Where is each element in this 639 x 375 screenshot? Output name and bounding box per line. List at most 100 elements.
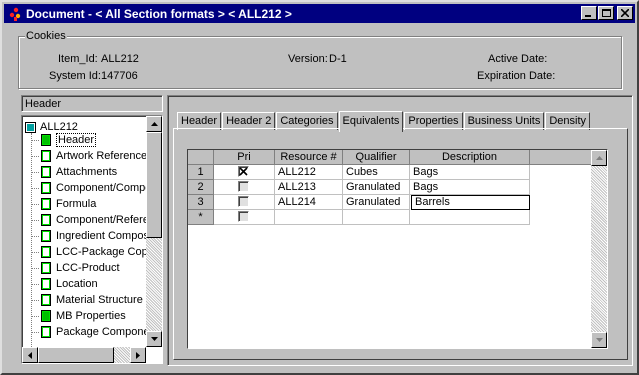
column-header-filler	[530, 150, 591, 165]
cell-pri[interactable]	[214, 180, 275, 195]
tree-item-lcc-package-copy[interactable]: LCC-Package Copy	[31, 244, 153, 260]
row-header[interactable]: 1	[188, 165, 214, 180]
cell-pri-new[interactable]	[214, 210, 275, 225]
tree-item-mb-properties[interactable]: MB Properties	[31, 308, 126, 324]
column-header-description[interactable]: Description	[410, 150, 530, 165]
hscroll-thumb[interactable]	[38, 347, 114, 363]
tree-item-material-structure[interactable]: Material Structure	[31, 292, 143, 308]
document-icon	[41, 230, 51, 242]
tree-item-label: Component/Referer	[56, 214, 153, 226]
cell-pri[interactable]	[214, 195, 275, 210]
scroll-right-button[interactable]	[130, 347, 146, 363]
tab-strip: Header Header 2 Categories Equivalents P…	[177, 110, 591, 132]
item-id-value: ALL212	[101, 53, 139, 65]
cookies-group-label: Cookies	[25, 30, 67, 42]
pri-checkbox[interactable]	[238, 181, 249, 192]
row-header-new[interactable]: *	[188, 210, 214, 225]
tab-equivalents[interactable]: Equivalents	[338, 111, 404, 132]
tree-item-label: Material Structure	[56, 294, 143, 306]
document-icon	[41, 310, 51, 322]
system-id-label: System Id:	[49, 70, 101, 82]
grid-scroll-down-button[interactable]	[591, 332, 607, 348]
row-header[interactable]: 3	[188, 195, 214, 210]
tree-item-label: Formula	[56, 198, 97, 210]
tree-item-component-reference[interactable]: Component/Referer	[31, 212, 153, 228]
system-id-value: 147706	[101, 70, 138, 82]
arrow-down-icon	[150, 337, 158, 341]
tree-item-formula[interactable]: Formula	[31, 196, 96, 212]
cell-resource[interactable]: ALL213	[275, 180, 343, 195]
cell-qualifier-new[interactable]	[343, 210, 410, 225]
section-tree[interactable]: ALL212 Header Artwork Reference Attachme…	[21, 115, 163, 364]
grid-scroll-up-button[interactable]	[591, 150, 607, 166]
scroll-left-button[interactable]	[22, 347, 38, 363]
cell-resource-new[interactable]	[275, 210, 343, 225]
tree-item-label: Package Componer	[56, 326, 154, 338]
cell-qualifier[interactable]: Granulated	[343, 180, 410, 195]
scroll-down-button[interactable]	[146, 331, 162, 347]
document-icon	[41, 134, 51, 146]
tree-item-label: Location	[56, 278, 98, 290]
equivalents-grid[interactable]: Pri Resource # Qualifier Description 1 2…	[187, 149, 608, 349]
document-icon	[41, 166, 51, 178]
app-icon	[7, 6, 23, 22]
grid-corner	[188, 150, 214, 165]
title-bar[interactable]: Document - < All Section formats > < ALL…	[4, 4, 635, 23]
description-edit-field[interactable]: Barrels	[411, 195, 530, 210]
tree-item-label: Artwork Reference	[56, 150, 148, 162]
document-icon	[41, 294, 51, 306]
tree-item-package-component[interactable]: Package Componer	[31, 324, 153, 340]
document-icon	[41, 262, 51, 274]
tree-item-component-composition[interactable]: Component/Compor	[31, 180, 155, 196]
tree-item-ingredient-composition[interactable]: Ingredient Compositi	[31, 228, 157, 244]
arrow-left-icon	[28, 351, 32, 359]
section-label: Header	[25, 98, 62, 110]
cell-qualifier[interactable]: Granulated	[343, 195, 410, 210]
row-header[interactable]: 2	[188, 180, 214, 195]
tree-item-location[interactable]: Location	[31, 276, 98, 292]
scroll-up-button[interactable]	[146, 116, 162, 132]
minimize-button[interactable]	[581, 6, 597, 20]
version-label: Version:	[288, 53, 328, 65]
tree-vertical-scrollbar[interactable]	[146, 116, 162, 347]
tree-item-label: Ingredient Compositi	[56, 230, 157, 242]
cell-resource[interactable]: ALL212	[275, 165, 343, 180]
tree-item-attachments[interactable]: Attachments	[31, 164, 117, 180]
tree-item-label: Component/Compor	[56, 182, 156, 194]
document-icon	[41, 214, 51, 226]
cell-description[interactable]: Bags	[410, 180, 530, 195]
cell-description[interactable]: Bags	[410, 165, 530, 180]
tree-item-header[interactable]: Header	[31, 132, 97, 148]
maximize-button[interactable]	[598, 6, 614, 20]
window-title: Document - < All Section formats > < ALL…	[26, 6, 292, 21]
maximize-icon	[601, 9, 611, 17]
scroll-thumb[interactable]	[146, 132, 162, 238]
document-icon	[41, 198, 51, 210]
pri-checkbox[interactable]	[238, 211, 249, 222]
cell-qualifier[interactable]: Cubes	[343, 165, 410, 180]
tree-item-lcc-product[interactable]: LCC-Product	[31, 260, 120, 276]
pri-checkbox[interactable]	[238, 196, 249, 207]
tree-item-label: LCC-Package Copy	[56, 246, 154, 258]
cell-description-new[interactable]	[410, 210, 530, 225]
document-window: Document - < All Section formats > < ALL…	[0, 0, 639, 375]
cell-resource[interactable]: ALL214	[275, 195, 343, 210]
version-value: D-1	[329, 53, 347, 65]
arrow-right-icon	[136, 351, 140, 359]
tree-root-icon	[25, 121, 36, 133]
pri-checkbox[interactable]	[238, 166, 249, 177]
tree-item-artwork-reference[interactable]: Artwork Reference	[31, 148, 147, 164]
cell-pri[interactable]	[214, 165, 275, 180]
column-header-resource[interactable]: Resource #	[275, 150, 343, 165]
grid-vertical-scrollbar[interactable]	[591, 150, 607, 348]
close-button[interactable]	[617, 6, 633, 20]
check-x-icon	[239, 167, 248, 176]
arrow-up-icon	[595, 156, 603, 160]
tree-item-label: Attachments	[56, 166, 118, 178]
item-id-label: Item_Id:	[58, 53, 98, 65]
column-header-qualifier[interactable]: Qualifier	[343, 150, 410, 165]
close-icon	[621, 9, 629, 17]
column-header-pri[interactable]: Pri	[214, 150, 275, 165]
arrow-down-icon	[595, 338, 603, 342]
tree-horizontal-scrollbar[interactable]	[22, 347, 146, 363]
